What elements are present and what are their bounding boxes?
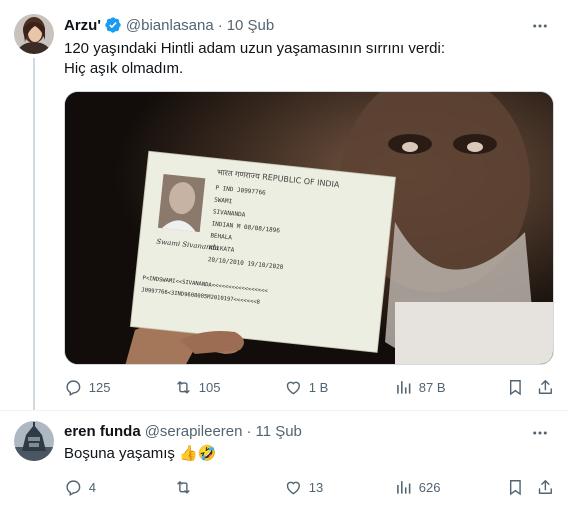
tweet-text-line: 120 yaşındaki Hintli adam uzun yaşamasın…: [64, 40, 446, 57]
bookmark-button[interactable]: [506, 378, 525, 397]
views-button[interactable]: 626: [394, 478, 440, 497]
retweet-icon: [177, 380, 190, 394]
like-count: 13: [308, 479, 324, 495]
retweet-count: 105: [198, 379, 221, 395]
bookmark-icon: [509, 479, 521, 496]
separator-dot: ·: [246, 423, 252, 440]
separator-dot: ·: [217, 16, 223, 34]
author-name[interactable]: Arzu': [64, 17, 101, 34]
author-handle[interactable]: @serapileeren: [145, 423, 243, 440]
retweet-icon: [177, 480, 190, 494]
views-chart-icon: [397, 380, 411, 394]
share-icon: [538, 479, 552, 494]
bookmark-button[interactable]: [506, 478, 525, 497]
reply-actions: 4 13 626: [64, 477, 554, 497]
views-count: 626: [418, 479, 441, 495]
views-count: 87 B: [418, 379, 446, 395]
views-button[interactable]: 87 B: [394, 378, 446, 397]
more-options-icon[interactable]: [530, 16, 550, 36]
author-name[interactable]: eren funda: [64, 423, 141, 440]
share-button[interactable]: [536, 478, 555, 497]
tweet-date[interactable]: 10 Şub: [227, 17, 275, 34]
views-chart-icon: [397, 480, 411, 494]
tweet-reply[interactable]: eren funda @serapileeren · 11 Şub Boşuna…: [0, 410, 568, 508]
reply-icon: [66, 480, 81, 496]
share-button[interactable]: [536, 378, 555, 397]
tweet-text-line: Hiç aşık olmadım.: [64, 60, 184, 77]
tweet-media-photo[interactable]: भारत गणराज्य REPUBLIC OF INDIA P IND J09…: [64, 91, 554, 365]
reply-button[interactable]: 125: [64, 378, 110, 397]
more-options-icon[interactable]: [530, 423, 550, 443]
avatar[interactable]: [14, 14, 54, 54]
heart-icon: [286, 381, 300, 395]
retweet-button[interactable]: [174, 478, 193, 497]
tweet-actions: 125 105 1 B 87 B: [64, 377, 554, 397]
bookmark-icon: [509, 379, 521, 396]
passport-photo: भारत गणराज्य REPUBLIC OF INDIA P IND J09…: [65, 92, 553, 364]
reply-header: eren funda @serapileeren · 11 Şub: [64, 423, 302, 440]
reply-count: 4: [88, 479, 96, 495]
tweet-main[interactable]: Arzu' @bianlasana · 10 Şub 120 yaşındaki…: [0, 0, 568, 410]
like-count: 1 B: [308, 379, 329, 395]
reply-count: 125: [88, 379, 111, 395]
tweet-text: 120 yaşındaki Hintli adam uzun yaşamasın…: [64, 39, 504, 79]
avatar[interactable]: [14, 421, 54, 461]
verified-badge-icon: [104, 16, 122, 34]
like-button[interactable]: 1 B: [284, 378, 328, 397]
reply-button[interactable]: 4: [64, 478, 96, 497]
author-handle[interactable]: @bianlasana: [126, 17, 214, 34]
like-button[interactable]: 13: [284, 478, 323, 497]
tweet-date[interactable]: 11 Şub: [255, 423, 301, 440]
heart-icon: [286, 481, 300, 495]
thread-line: [33, 58, 35, 410]
reply-text: Boşuna yaşamış 👍🤣: [64, 445, 217, 462]
retweet-button[interactable]: 105: [174, 378, 220, 397]
tweet-header: Arzu' @bianlasana · 10 Şub: [64, 16, 274, 34]
reply-icon: [66, 380, 81, 396]
share-icon: [538, 379, 552, 394]
